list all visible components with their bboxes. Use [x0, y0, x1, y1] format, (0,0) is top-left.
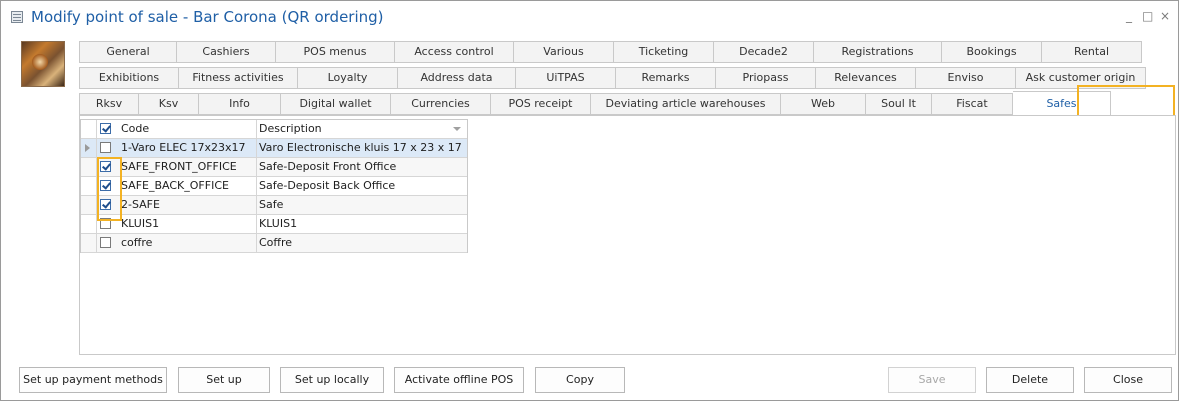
tab-rental[interactable]: Rental	[1042, 41, 1142, 63]
modify-point-of-sale-window: Modify point of sale - Bar Corona (QR or…	[0, 0, 1179, 401]
row-checkbox[interactable]	[100, 180, 111, 191]
tab-bookings[interactable]: Bookings	[942, 41, 1042, 63]
table-row[interactable]: 1-Varo ELEC 17x23x17 Varo Electronische …	[81, 139, 467, 158]
tab-enviso[interactable]: Enviso	[916, 67, 1016, 89]
tab-ticketing[interactable]: Ticketing	[614, 41, 714, 63]
close-button[interactable]: Close	[1084, 367, 1172, 393]
tab-cashiers[interactable]: Cashiers	[177, 41, 276, 63]
table-row[interactable]: coffre Coffre	[81, 234, 467, 253]
cell-description[interactable]: Safe	[257, 196, 467, 214]
cell-description[interactable]: Safe-Deposit Back Office	[257, 177, 467, 195]
cell-code[interactable]: 1-Varo ELEC 17x23x17	[119, 139, 257, 157]
tab-general[interactable]: General	[79, 41, 177, 63]
tab-exhibitions[interactable]: Exhibitions	[79, 67, 179, 89]
current-row-arrow-icon	[85, 144, 90, 152]
row-indicator	[81, 196, 97, 214]
tab-ask-customer-origin[interactable]: Ask customer origin	[1016, 67, 1146, 89]
row-indicator-header	[81, 120, 97, 138]
set-up-payment-methods-button[interactable]: Set up payment methods	[19, 367, 167, 393]
delete-button[interactable]: Delete	[986, 367, 1074, 393]
set-up-button[interactable]: Set up	[178, 367, 270, 393]
row-checkbox[interactable]	[100, 161, 111, 172]
cell-description[interactable]: Varo Electronische kluis 17 x 23 x 17	[257, 139, 467, 157]
grid-header: Code Description	[81, 120, 467, 139]
cell-code[interactable]: 2-SAFE	[119, 196, 257, 214]
point-of-sale-image	[21, 41, 65, 87]
table-row[interactable]: SAFE_FRONT_OFFICE Safe-Deposit Front Off…	[81, 158, 467, 177]
column-header-code[interactable]: Code	[119, 120, 257, 138]
row-checkbox[interactable]	[100, 199, 111, 210]
tab-relevances[interactable]: Relevances	[816, 67, 916, 89]
activate-offline-pos-button[interactable]: Activate offline POS	[394, 367, 524, 393]
table-row[interactable]: 2-SAFE Safe	[81, 196, 467, 215]
tab-decade2[interactable]: Decade2	[714, 41, 814, 63]
cell-description[interactable]: Safe-Deposit Front Office	[257, 158, 467, 176]
tab-web[interactable]: Web	[781, 93, 866, 115]
close-window-button[interactable]: ×	[1160, 10, 1170, 22]
column-header-description[interactable]: Description	[257, 120, 467, 138]
filter-dropdown-icon[interactable]	[453, 127, 461, 131]
row-check-cell	[97, 158, 119, 176]
tab-priopass[interactable]: Priopass	[716, 67, 816, 89]
tab-pos-receipt[interactable]: POS receipt	[491, 93, 591, 115]
row-checkbox[interactable]	[100, 237, 111, 248]
tab-rksv[interactable]: Rksv	[79, 93, 139, 115]
tab-access-control[interactable]: Access control	[395, 41, 514, 63]
table-row[interactable]: KLUIS1 KLUIS1	[81, 215, 467, 234]
set-up-locally-button[interactable]: Set up locally	[280, 367, 384, 393]
window-menu-icon[interactable]	[11, 11, 23, 23]
tab-deviating-article-warehouses[interactable]: Deviating article warehouses	[591, 93, 781, 115]
tab-ksv[interactable]: Ksv	[139, 93, 199, 115]
minimize-button[interactable]: _	[1124, 10, 1134, 22]
select-all-checkbox[interactable]	[100, 123, 111, 134]
table-row[interactable]: SAFE_BACK_OFFICE Safe-Deposit Back Offic…	[81, 177, 467, 196]
cell-description[interactable]: KLUIS1	[257, 215, 467, 233]
row-checkbox[interactable]	[100, 218, 111, 229]
tab-pos-menus[interactable]: POS menus	[276, 41, 395, 63]
tab-registrations[interactable]: Registrations	[814, 41, 942, 63]
tab-fiscat[interactable]: Fiscat	[932, 93, 1013, 115]
copy-button[interactable]: Copy	[535, 367, 625, 393]
tab-info[interactable]: Info	[199, 93, 281, 115]
row-check-cell	[97, 234, 119, 252]
tab-digital-wallet[interactable]: Digital wallet	[281, 93, 391, 115]
tab-row-2: Exhibitions Fitness activities Loyalty A…	[79, 67, 1146, 89]
tab-address-data[interactable]: Address data	[398, 67, 516, 89]
save-button[interactable]: Save	[888, 367, 976, 393]
row-check-cell	[97, 196, 119, 214]
row-indicator	[81, 215, 97, 233]
cell-code[interactable]: SAFE_BACK_OFFICE	[119, 177, 257, 195]
row-check-cell	[97, 177, 119, 195]
row-indicator	[81, 234, 97, 252]
cell-code[interactable]: KLUIS1	[119, 215, 257, 233]
select-all-cell	[97, 120, 119, 138]
row-check-cell	[97, 139, 119, 157]
row-check-cell	[97, 215, 119, 233]
row-indicator	[81, 158, 97, 176]
tab-fitness-activities[interactable]: Fitness activities	[179, 67, 298, 89]
tab-remarks[interactable]: Remarks	[616, 67, 716, 89]
cell-code[interactable]: SAFE_FRONT_OFFICE	[119, 158, 257, 176]
tab-various[interactable]: Various	[514, 41, 614, 63]
tab-safes[interactable]: Safes	[1013, 91, 1111, 117]
tab-currencies[interactable]: Currencies	[391, 93, 491, 115]
cell-code[interactable]: coffre	[119, 234, 257, 252]
tab-soul-it[interactable]: Soul It	[866, 93, 932, 115]
tab-loyalty[interactable]: Loyalty	[298, 67, 398, 89]
row-indicator	[81, 177, 97, 195]
row-indicator	[81, 139, 97, 157]
safes-grid: Code Description 1-Varo ELEC 17x23x17 Va…	[80, 119, 468, 253]
maximize-button[interactable]: □	[1142, 10, 1153, 22]
title-bar: Modify point of sale - Bar Corona (QR or…	[1, 1, 1178, 33]
tab-row-3: Rksv Ksv Info Digital wallet Currencies …	[79, 91, 1111, 117]
tab-row-1: General Cashiers POS menus Access contro…	[79, 41, 1142, 63]
window-controls: _ □ ×	[1124, 10, 1170, 22]
window-title: Modify point of sale - Bar Corona (QR or…	[31, 8, 384, 26]
tab-uitpas[interactable]: UiTPAS	[516, 67, 616, 89]
column-header-description-label: Description	[259, 122, 322, 135]
row-checkbox[interactable]	[100, 142, 111, 153]
cell-description[interactable]: Coffre	[257, 234, 467, 252]
